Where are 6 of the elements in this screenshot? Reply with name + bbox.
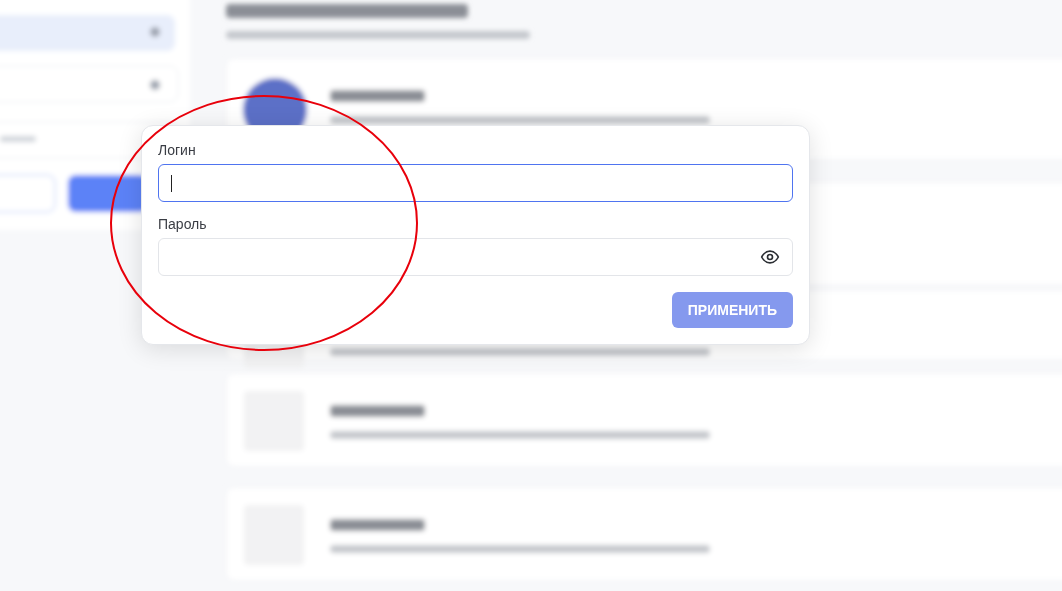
text-caret (171, 174, 172, 192)
password-field[interactable] (158, 238, 793, 276)
field-label: Пароль (158, 216, 208, 232)
input-field[interactable] (158, 164, 793, 202)
field-label: Логин (158, 142, 197, 158)
eye-icon[interactable] (760, 247, 780, 267)
